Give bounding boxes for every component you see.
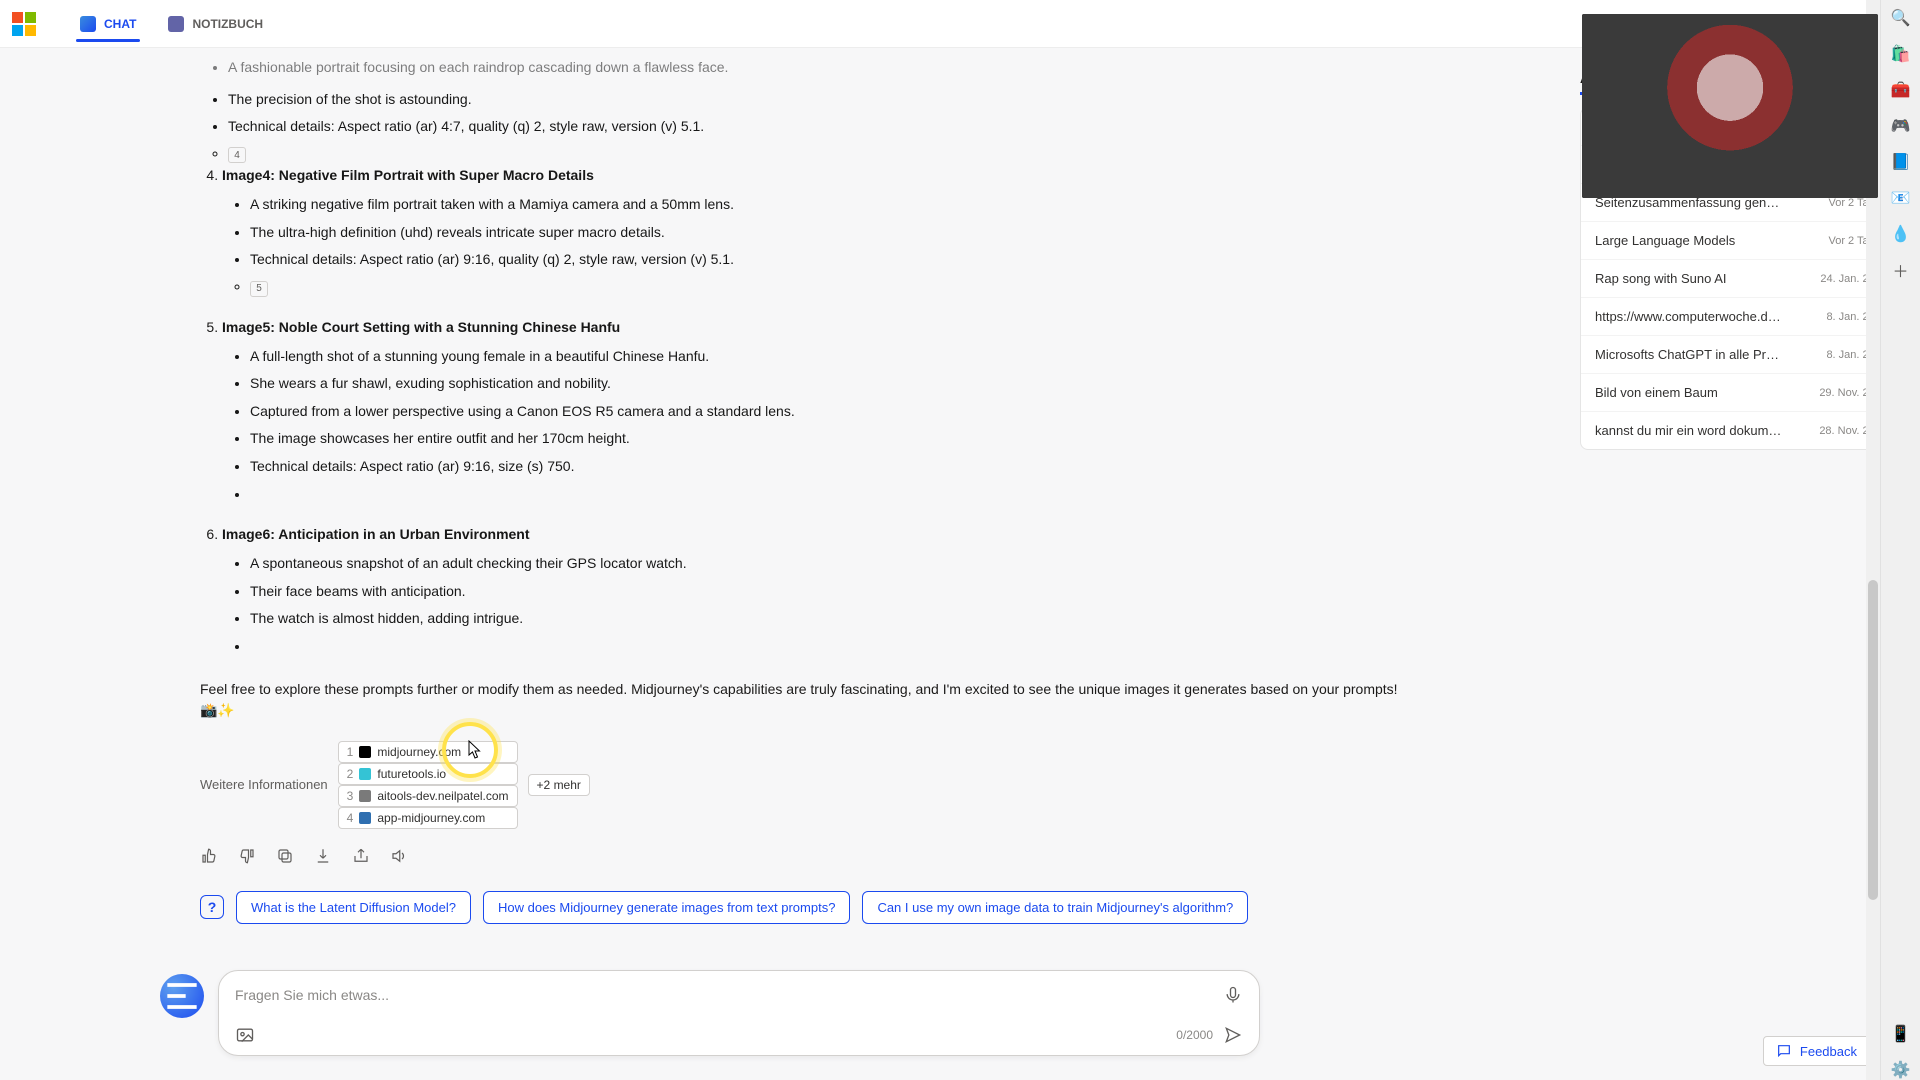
- question-icon: ?: [200, 895, 224, 919]
- bullet: Technical details: Aspect ratio (ar) 9:1…: [250, 250, 1400, 270]
- activity-title: Rap song with Suno AI: [1595, 271, 1727, 286]
- download-icon[interactable]: [314, 847, 332, 865]
- edge-sidebar: 🔍 🛍️ 🧰 🎮 📘 📧 💧 ＋ 📱 ⚙️: [1880, 0, 1920, 1080]
- speaker-icon[interactable]: [390, 847, 408, 865]
- thumbs-down-icon[interactable]: [238, 847, 256, 865]
- activity-row[interactable]: kannst du mir ein word dokument ers28. N…: [1581, 412, 1901, 449]
- chat-scroll-area[interactable]: A fashionable portrait focusing on each …: [0, 48, 1580, 1080]
- share-icon[interactable]: [352, 847, 370, 865]
- bullet: A full-length shot of a stunning young f…: [250, 347, 1400, 367]
- image-section: Image6: Anticipation in an Urban Environ…: [222, 526, 1400, 656]
- message-actions: [200, 847, 1400, 865]
- ref-badge[interactable]: 4: [228, 145, 1400, 164]
- image-upload-icon[interactable]: [235, 1025, 255, 1045]
- bullet: A spontaneous snapshot of an adult check…: [250, 554, 1400, 574]
- bullet: A fashionable portrait focusing on each …: [228, 58, 1400, 78]
- activity-row[interactable]: Bild von einem Baum29. Nov. 2023: [1581, 374, 1901, 412]
- games-icon[interactable]: 🎮: [1891, 116, 1911, 136]
- ref-badge[interactable]: 5: [250, 278, 1400, 297]
- bullet-empty: [250, 637, 1400, 657]
- source-pill[interactable]: 1midjourney.com: [338, 741, 518, 763]
- source-pill[interactable]: 2futuretools.io: [338, 763, 518, 785]
- thumbs-up-icon[interactable]: [200, 847, 218, 865]
- webcam-overlay: [1582, 14, 1878, 198]
- outro-text: Feel free to explore these prompts furth…: [200, 679, 1400, 721]
- activity-title: Bild von einem Baum: [1595, 385, 1718, 400]
- composer: 0/2000: [218, 970, 1260, 1056]
- suggestion-pill[interactable]: What is the Latent Diffusion Model?: [236, 891, 471, 924]
- bullet: The precision of the shot is astounding.: [228, 90, 1400, 110]
- bullet: She wears a fur shawl, exuding sophistic…: [250, 374, 1400, 394]
- source-pill[interactable]: 3aitools-dev.neilpatel.com: [338, 785, 518, 807]
- bullet: Their face beams with anticipation.: [250, 582, 1400, 602]
- feedback-button[interactable]: Feedback: [1763, 1036, 1870, 1066]
- section-heading: Image6: Anticipation in an Urban Environ…: [222, 526, 1400, 542]
- activity-title: Microsofts ChatGPT in alle Produkte in: [1595, 347, 1785, 362]
- suggestion-pill[interactable]: Can I use my own image data to train Mid…: [862, 891, 1248, 924]
- notebook-icon: [168, 16, 184, 32]
- bullet-empty: [250, 485, 1400, 505]
- new-topic-button[interactable]: [160, 974, 204, 1018]
- tools-icon[interactable]: 🧰: [1891, 80, 1911, 100]
- activity-title: https://www.computerwoche.de/a/mi: [1595, 309, 1785, 324]
- more-info-label: Weitere Informationen: [200, 777, 328, 792]
- bullet: Technical details: Aspect ratio (ar) 9:1…: [250, 457, 1400, 477]
- image-section: Image5: Noble Court Setting with a Stunn…: [222, 319, 1400, 505]
- mic-icon[interactable]: [1223, 985, 1243, 1005]
- image-section: Image4: Negative Film Portrait with Supe…: [222, 167, 1400, 296]
- send-icon[interactable]: [1223, 1025, 1243, 1045]
- office-icon[interactable]: 📘: [1891, 152, 1911, 172]
- chat-icon: [80, 16, 96, 32]
- activity-row[interactable]: Rap song with Suno AI24. Jan. 2024: [1581, 260, 1901, 298]
- plus-icon[interactable]: ＋: [1891, 260, 1911, 280]
- activity-row[interactable]: Large Language ModelsVor 2 Tagen: [1581, 222, 1901, 260]
- tab-label: NOTIZBUCH: [192, 17, 263, 31]
- section-heading: Image4: Negative Film Portrait with Supe…: [222, 167, 1400, 183]
- tab-label: CHAT: [104, 17, 136, 31]
- search-icon[interactable]: 🔍: [1891, 8, 1911, 28]
- activity-title: Large Language Models: [1595, 233, 1735, 248]
- chat-input[interactable]: [235, 987, 1223, 1003]
- bullet: The ultra-high definition (uhd) reveals …: [250, 223, 1400, 243]
- source-pill[interactable]: 4app-midjourney.com: [338, 807, 518, 829]
- tab-notebook[interactable]: NOTIZBUCH: [152, 0, 279, 48]
- activity-title: kannst du mir ein word dokument ers: [1595, 423, 1785, 438]
- section-heading: Image5: Noble Court Setting with a Stunn…: [222, 319, 1400, 335]
- scrollbar-thumb[interactable]: [1868, 580, 1878, 900]
- drop-icon[interactable]: 💧: [1891, 224, 1911, 244]
- activity-row[interactable]: https://www.computerwoche.de/a/mi8. Jan.…: [1581, 298, 1901, 336]
- suggestion-pill[interactable]: How does Midjourney generate images from…: [483, 891, 850, 924]
- bullet: A striking negative film portrait taken …: [250, 195, 1400, 215]
- outlook-icon[interactable]: 📧: [1891, 188, 1911, 208]
- bullet: The image showcases her entire outfit an…: [250, 429, 1400, 449]
- settings-icon[interactable]: ⚙️: [1891, 1060, 1911, 1080]
- bullet: Captured from a lower perspective using …: [250, 402, 1400, 422]
- tab-chat[interactable]: CHAT: [64, 0, 152, 48]
- phone-icon[interactable]: 📱: [1891, 1024, 1911, 1044]
- shopping-icon[interactable]: 🛍️: [1891, 44, 1911, 64]
- more-sources-pill[interactable]: +2 mehr: [528, 774, 590, 796]
- activity-row[interactable]: Microsofts ChatGPT in alle Produkte in8.…: [1581, 336, 1901, 374]
- ms-logo-icon: [12, 12, 36, 36]
- bullet: Technical details: Aspect ratio (ar) 4:7…: [228, 117, 1400, 137]
- copy-icon[interactable]: [276, 847, 294, 865]
- char-counter: 0/2000: [1176, 1028, 1213, 1042]
- bullet: The watch is almost hidden, adding intri…: [250, 609, 1400, 629]
